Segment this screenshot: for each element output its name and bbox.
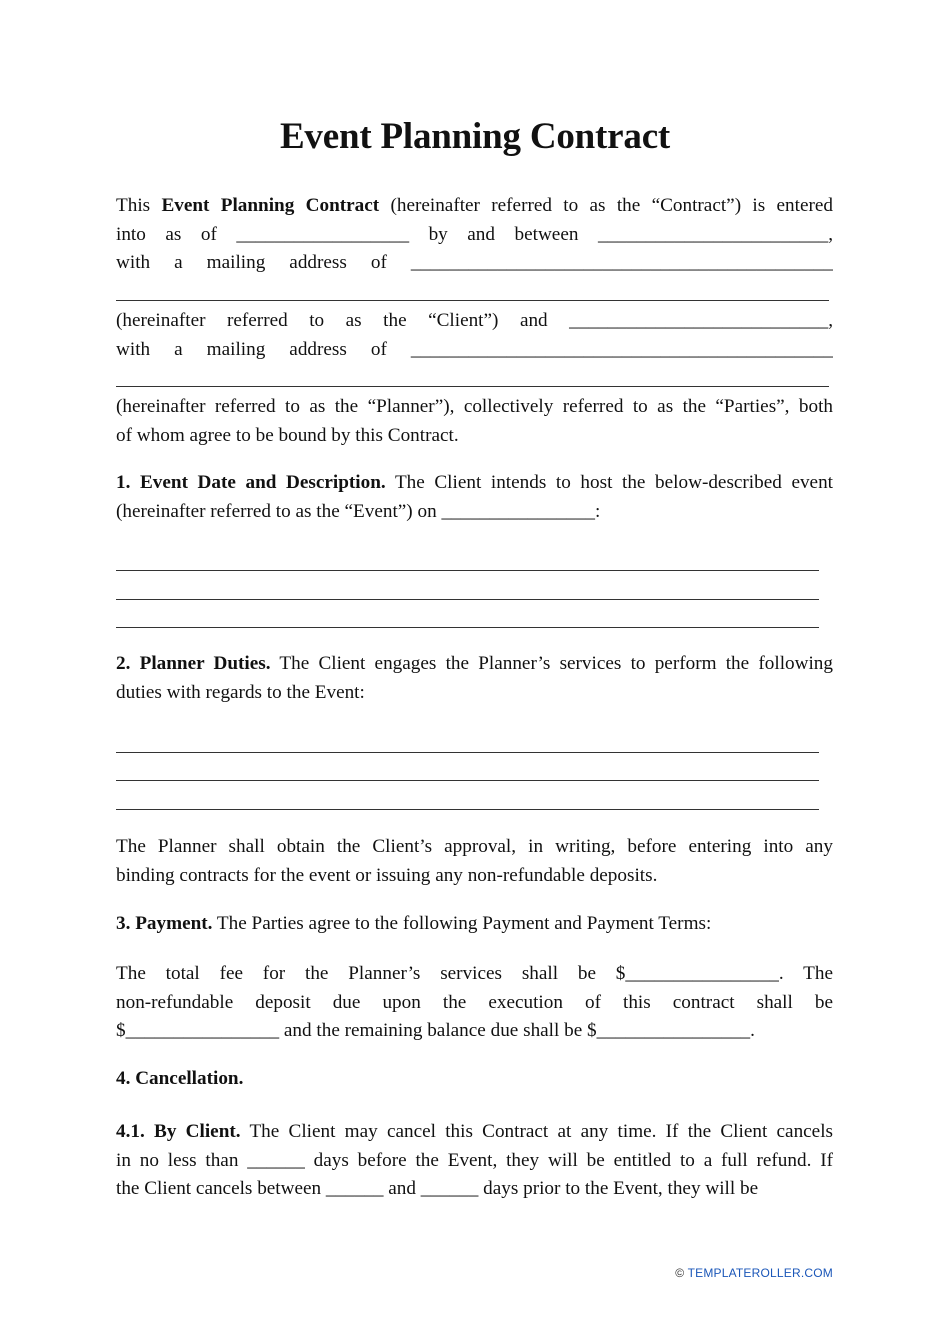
planner-address-blank[interactable]	[116, 386, 829, 387]
payment-paragraph: The total fee for the Planner’s services…	[116, 960, 833, 1046]
contract-name-bold: Event Planning Contract	[161, 195, 380, 216]
planner-duties-blank-3[interactable]	[116, 809, 819, 810]
event-date-line[interactable]: (hereinafter referred to as the “Event”)…	[116, 498, 833, 527]
section-1: 1. Event Date and Description. The Clien…	[116, 469, 833, 526]
intro-line-1: This Event Planning Contract (hereinafte…	[116, 195, 833, 216]
section-3: 3. Payment. The Parties agree to the fol…	[116, 910, 833, 939]
templateroller-link[interactable]: © TEMPLATEROLLER.COM	[675, 1266, 833, 1280]
section-3-line-1: 3. Payment. The Parties agree to the fol…	[116, 913, 712, 934]
full-refund-days-line[interactable]: in no less than ______ days before the E…	[116, 1147, 833, 1176]
approval-paragraph: The Planner shall obtain the Client’s ap…	[116, 833, 833, 890]
copyright-icon: ©	[675, 1266, 685, 1280]
section-2-line-2: duties with regards to the Event:	[116, 681, 365, 703]
total-fee-line[interactable]: The total fee for the Planner’s services…	[116, 960, 833, 989]
planner-definition-line: (hereinafter referred to as the “Planner…	[116, 396, 833, 417]
approval-line-2: binding contracts for the event or issui…	[116, 864, 658, 886]
document-page: Event Planning Contract This Event Plann…	[0, 0, 950, 1342]
section-3-heading: 3. Payment.	[116, 913, 213, 934]
section-4-heading: 4. Cancellation.	[116, 1068, 244, 1089]
section-2-line-1: 2. Planner Duties. The Client engages th…	[116, 653, 833, 674]
section-4: 4. Cancellation.	[116, 1065, 833, 1094]
approval-line-1: The Planner shall obtain the Client’s ap…	[116, 836, 833, 857]
planner-duties-blank-1[interactable]	[116, 752, 819, 753]
event-description-blank-1[interactable]	[116, 570, 819, 571]
bound-line: of whom agree to be bound by this Contra…	[116, 424, 459, 446]
section-4-1-line-1: 4.1. By Client. The Client may cancel th…	[116, 1121, 833, 1142]
planner-duties-blank-2[interactable]	[116, 780, 819, 781]
balance-line[interactable]: $________________ and the remaining bala…	[116, 1017, 833, 1046]
client-address-line[interactable]: with a mailing address of ______________…	[116, 249, 833, 278]
parties-paragraph: (hereinafter referred to as the “Planner…	[116, 393, 833, 450]
section-1-line-1: 1. Event Date and Description. The Clien…	[116, 472, 833, 493]
section-4-1: 4.1. By Client. The Client may cancel th…	[116, 1118, 833, 1204]
section-1-heading: 1. Event Date and Description.	[116, 472, 386, 493]
planner-address-line[interactable]: with a mailing address of ______________…	[116, 336, 833, 365]
intro-paragraph: This Event Planning Contract (hereinafte…	[116, 192, 833, 278]
section-2: 2. Planner Duties. The Client engages th…	[116, 650, 833, 707]
client-definition-line[interactable]: (hereinafter referred to as the “Client”…	[116, 307, 833, 336]
document-title: Event Planning Contract	[279, 116, 671, 157]
event-description-blank-2[interactable]	[116, 599, 819, 600]
section-2-heading: 2. Planner Duties.	[116, 653, 271, 674]
section-4-1-heading: 4.1. By Client.	[116, 1121, 241, 1142]
event-description-blank-3[interactable]	[116, 627, 819, 628]
intro-date-parties-line[interactable]: into as of __________________ by and bet…	[116, 221, 833, 250]
deposit-line: non-refundable deposit due upon the exec…	[116, 991, 833, 1013]
partial-refund-days-line[interactable]: the Client cancels between ______ and __…	[116, 1175, 833, 1204]
footer-brand: TEMPLATEROLLER.COM	[684, 1266, 833, 1280]
client-address-blank[interactable]	[116, 300, 829, 301]
client-paragraph: (hereinafter referred to as the “Client”…	[116, 307, 833, 364]
